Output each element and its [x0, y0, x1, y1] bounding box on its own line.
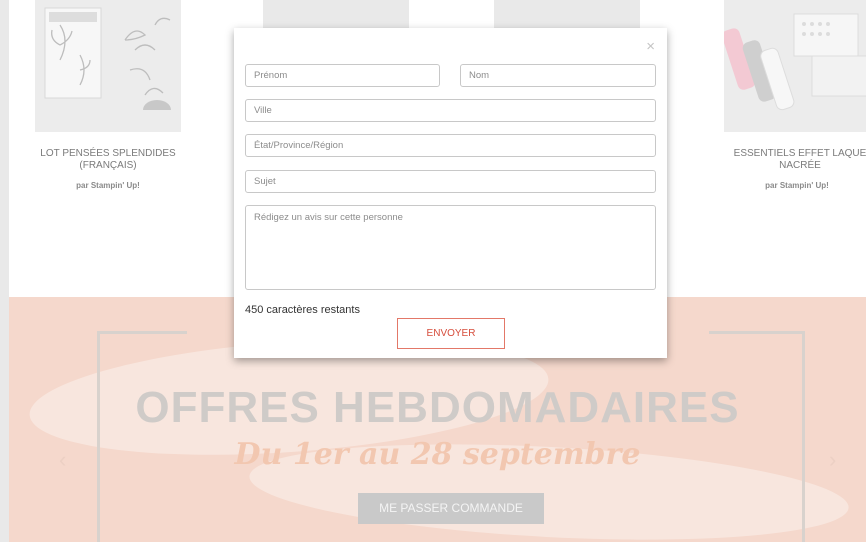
review-textarea[interactable] — [245, 205, 656, 290]
last-name-field[interactable] — [460, 64, 656, 87]
state-field[interactable] — [245, 134, 656, 157]
close-icon[interactable]: × — [646, 39, 655, 54]
city-field[interactable] — [245, 99, 656, 122]
send-button[interactable]: ENVOYER — [397, 318, 505, 349]
subject-field[interactable] — [245, 170, 656, 193]
characters-remaining: 450 caractères restants — [245, 304, 360, 316]
review-modal: × 450 caractères restants ENVOYER — [234, 28, 667, 358]
first-name-field[interactable] — [245, 64, 440, 87]
